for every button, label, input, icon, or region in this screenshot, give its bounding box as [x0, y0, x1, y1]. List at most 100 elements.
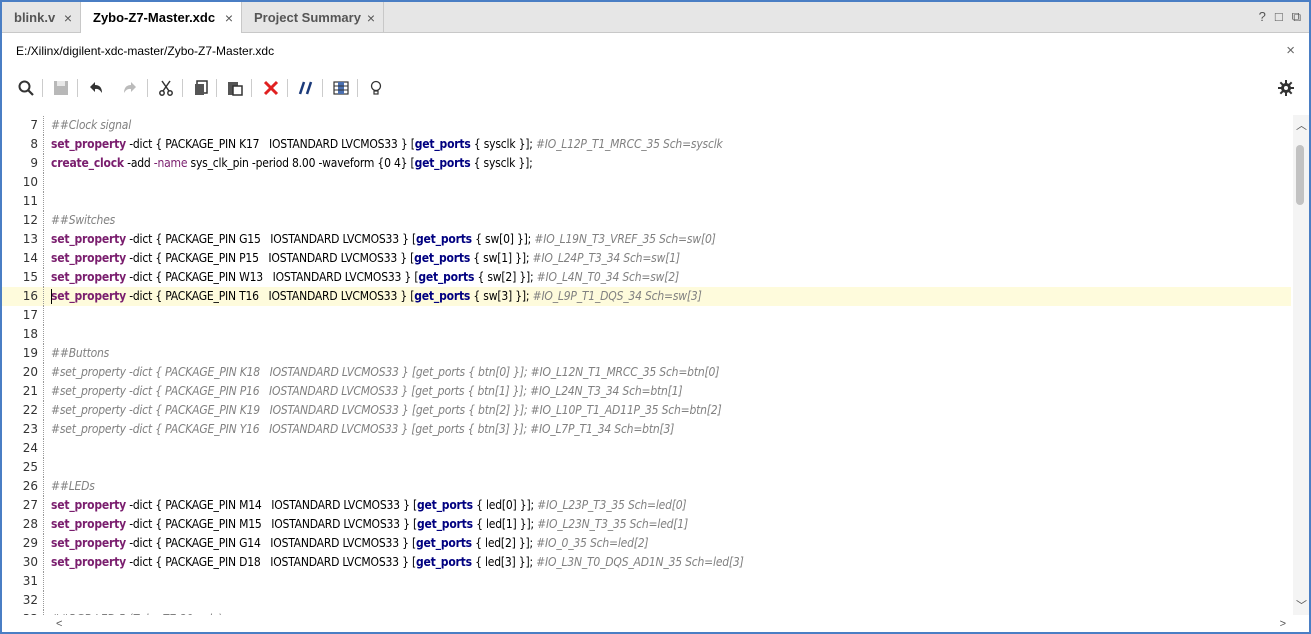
close-icon[interactable]: × — [367, 10, 375, 26]
code-line[interactable]: 24 — [2, 439, 1291, 458]
tab-label: blink.v — [14, 9, 56, 25]
code-line[interactable]: 22 #set_property -dict { PACKAGE_PIN K19 … — [2, 401, 1291, 420]
code-line[interactable]: 18 — [2, 325, 1291, 344]
toolbar — [2, 74, 1309, 104]
line-number: 29 — [22, 536, 38, 550]
code-text: create_clock -add -name sys_clk_pin -per… — [51, 156, 533, 170]
line-number: 13 — [22, 232, 38, 246]
code-text: set_property -dict { PACKAGE_PIN M15 IOS… — [51, 517, 688, 531]
line-number: 27 — [22, 498, 38, 512]
code-text: ##Buttons — [51, 346, 110, 360]
bulb-icon[interactable] — [365, 77, 387, 99]
code-line[interactable]: 7 ##Clock signal — [2, 116, 1291, 135]
code-line[interactable]: 25 — [2, 458, 1291, 477]
scroll-thumb[interactable] — [1296, 145, 1304, 205]
close-icon[interactable]: × — [64, 10, 72, 26]
line-number: 22 — [22, 403, 38, 417]
line-number: 17 — [22, 308, 38, 322]
help-icon[interactable]: ? — [1259, 9, 1266, 25]
line-number: 11 — [22, 194, 38, 208]
line-number: 28 — [22, 517, 38, 531]
vertical-scrollbar[interactable]: ︿ ﹀ — [1293, 115, 1309, 615]
line-number: 7 — [30, 118, 38, 132]
tab-label: Zybo-Z7-Master.xdc — [93, 10, 216, 25]
scroll-down-icon[interactable]: ﹀ — [1296, 597, 1307, 613]
code-line[interactable]: 15 set_property -dict { PACKAGE_PIN W13 I… — [2, 268, 1291, 287]
code-editor[interactable]: 7 ##Clock signal 8 set_property -dict { PAC… — [2, 115, 1291, 615]
scroll-up-icon[interactable]: ︿ — [1296, 117, 1307, 133]
tab-label: Project Summary — [254, 9, 361, 25]
copy-icon[interactable] — [190, 77, 212, 99]
code-line[interactable]: 10 — [2, 173, 1291, 192]
path-bar: E:/Xilinx/digilent-xdc-master/Zybo-Z7-Ma… — [2, 33, 1309, 67]
close-icon[interactable]: × — [1286, 42, 1295, 59]
redo-icon[interactable] — [119, 77, 141, 99]
line-number: 16 — [22, 289, 38, 303]
line-number: 31 — [22, 574, 38, 588]
code-text: set_property -dict { PACKAGE_PIN T16 IOS… — [51, 289, 702, 303]
file-path: E:/Xilinx/digilent-xdc-master/Zybo-Z7-Ma… — [16, 44, 275, 58]
code-line[interactable]: 27 set_property -dict { PACKAGE_PIN M14 I… — [2, 496, 1291, 515]
code-line[interactable]: 20 #set_property -dict { PACKAGE_PIN K18 … — [2, 363, 1291, 382]
line-number: 15 — [22, 270, 38, 284]
line-number: 10 — [22, 175, 38, 189]
line-number: 12 — [22, 213, 38, 227]
editor-window: blink.v × Zybo-Z7-Master.xdc × Project S… — [0, 0, 1311, 634]
horizontal-scrollbar[interactable]: < > — [42, 618, 1292, 632]
code-line[interactable]: 16 set_property -dict { PACKAGE_PIN T16 I… — [2, 287, 1291, 306]
line-number: 9 — [30, 156, 38, 170]
code-text: set_property -dict { PACKAGE_PIN W13 IOS… — [51, 270, 679, 284]
code-text: #set_property -dict { PACKAGE_PIN K19 IO… — [51, 403, 722, 417]
close-icon[interactable]: × — [225, 10, 233, 26]
cut-icon[interactable] — [155, 77, 177, 99]
window-controls: ? □ ⧉ — [1259, 9, 1301, 25]
code-text: set_property -dict { PACKAGE_PIN G15 IOS… — [51, 232, 716, 246]
code-text: set_property -dict { PACKAGE_PIN D18 IOS… — [51, 555, 744, 569]
code-line[interactable]: 33 ##RGB LED 5 (Zybo Z7-20 only) — [2, 610, 1291, 615]
code-line[interactable]: 11 — [2, 192, 1291, 211]
float-icon[interactable]: ⧉ — [1292, 9, 1301, 25]
code-line[interactable]: 19 ##Buttons — [2, 344, 1291, 363]
code-line[interactable]: 17 — [2, 306, 1291, 325]
scroll-left-icon[interactable]: < — [56, 618, 62, 630]
search-icon[interactable] — [15, 77, 37, 99]
save-icon[interactable] — [50, 77, 72, 99]
line-number: 21 — [22, 384, 38, 398]
tab-bar: blink.v × Zybo-Z7-Master.xdc × Project S… — [2, 2, 1309, 33]
code-line[interactable]: 13 set_property -dict { PACKAGE_PIN G15 I… — [2, 230, 1291, 249]
line-number: 25 — [22, 460, 38, 474]
undo-icon[interactable] — [85, 77, 107, 99]
line-number: 33 — [2, 612, 38, 615]
text-caret — [51, 289, 52, 304]
line-number: 8 — [30, 137, 38, 151]
paste-icon[interactable] — [224, 77, 246, 99]
code-line[interactable]: 14 set_property -dict { PACKAGE_PIN P15 I… — [2, 249, 1291, 268]
code-line[interactable]: 8 set_property -dict { PACKAGE_PIN K17 IO… — [2, 135, 1291, 154]
code-text: #set_property -dict { PACKAGE_PIN P16 IO… — [51, 384, 683, 398]
code-text: #set_property -dict { PACKAGE_PIN Y16 IO… — [51, 422, 675, 436]
code-line[interactable]: 26 ##LEDs — [2, 477, 1291, 496]
code-line[interactable]: 28 set_property -dict { PACKAGE_PIN M15 I… — [2, 515, 1291, 534]
maximize-icon[interactable]: □ — [1275, 9, 1283, 25]
comment-icon[interactable] — [295, 77, 317, 99]
code-line[interactable]: 30 set_property -dict { PACKAGE_PIN D18 I… — [2, 553, 1291, 572]
tab-blink-v[interactable]: blink.v × — [2, 2, 80, 32]
code-line[interactable]: 12 ##Switches — [2, 211, 1291, 230]
tab-project-summary[interactable]: Project Summary × — [242, 2, 384, 32]
tab-zybo-xdc[interactable]: Zybo-Z7-Master.xdc × — [80, 2, 242, 33]
code-text: set_property -dict { PACKAGE_PIN G14 IOS… — [51, 536, 649, 550]
code-line[interactable]: 32 — [2, 591, 1291, 610]
line-number: 19 — [22, 346, 38, 360]
code-text: ##Switches — [51, 213, 116, 227]
code-line[interactable]: 21 #set_property -dict { PACKAGE_PIN P16 … — [2, 382, 1291, 401]
scroll-right-icon[interactable]: > — [1280, 618, 1286, 630]
code-text: ##LEDs — [51, 479, 95, 493]
line-number: 24 — [22, 441, 38, 455]
delete-icon[interactable] — [260, 77, 282, 99]
code-line[interactable]: 29 set_property -dict { PACKAGE_PIN G14 I… — [2, 534, 1291, 553]
code-line[interactable]: 31 — [2, 572, 1291, 591]
column-select-icon[interactable] — [330, 77, 352, 99]
gear-icon[interactable] — [1275, 77, 1297, 99]
code-line[interactable]: 23 #set_property -dict { PACKAGE_PIN Y16 … — [2, 420, 1291, 439]
code-line[interactable]: 9 create_clock -add -name sys_clk_pin -pe… — [2, 154, 1291, 173]
